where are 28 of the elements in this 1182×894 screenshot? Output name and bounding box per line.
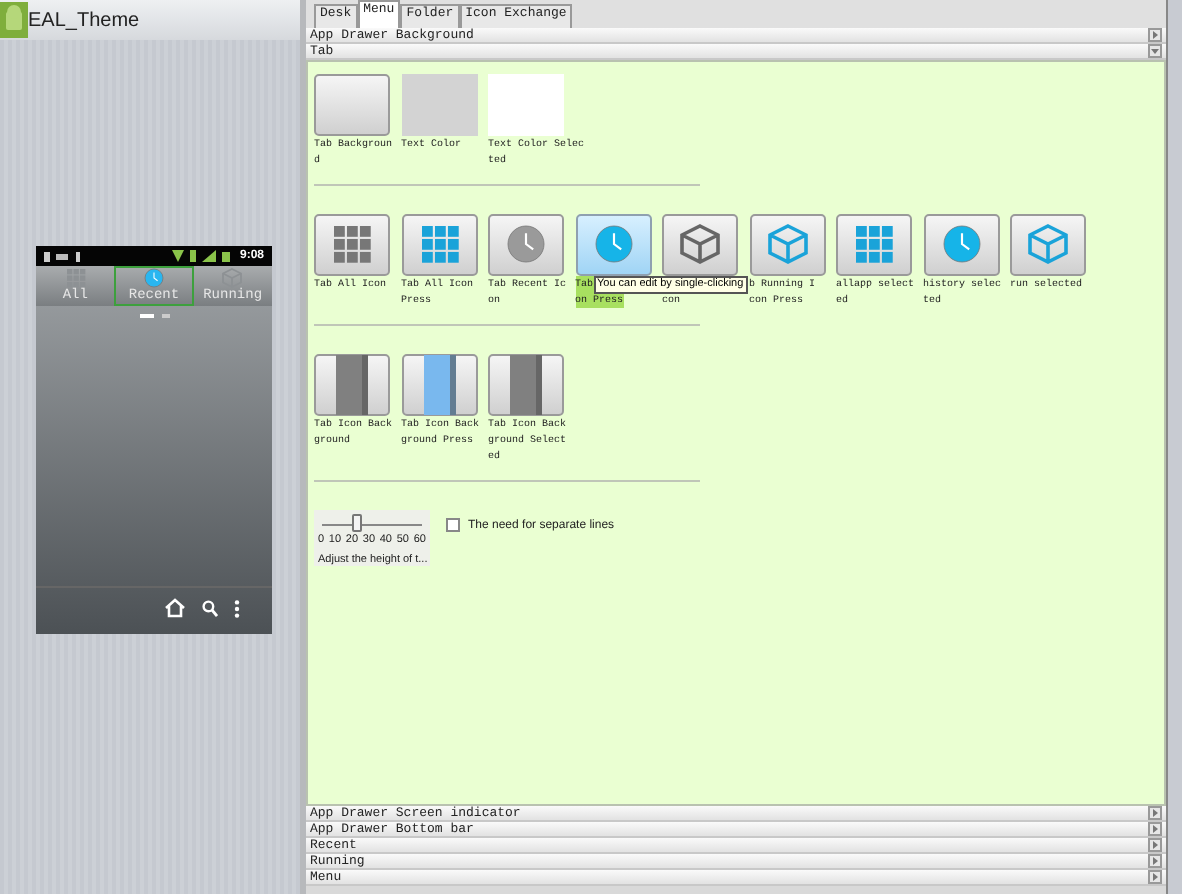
checkbox[interactable] [446, 518, 460, 532]
home-icon[interactable] [164, 598, 186, 618]
clock-icon [143, 268, 164, 288]
search-icon[interactable] [202, 599, 218, 617]
cube-icon-tile[interactable] [662, 214, 738, 276]
color-swatch[interactable] [401, 74, 477, 136]
grid-icon [65, 268, 86, 288]
clock-icon-tile[interactable] [488, 214, 564, 276]
grid-icon-tile[interactable] [314, 214, 390, 276]
android-icon [0, 2, 28, 38]
strip-tile[interactable] [488, 354, 564, 416]
clock-icon-tile[interactable] [923, 214, 999, 276]
strip-tile[interactable] [401, 354, 477, 416]
collapse-icon [1148, 44, 1162, 58]
page-indicator [139, 314, 169, 318]
cube-icon [222, 268, 243, 288]
signal-icons [171, 250, 232, 262]
slider[interactable] [318, 514, 426, 534]
app-title: EAL_Theme [28, 9, 140, 31]
cube-icon-tile[interactable] [749, 214, 825, 276]
clock-icon-tile[interactable] [575, 214, 651, 276]
strip-tile[interactable] [314, 354, 390, 416]
color-swatch[interactable] [488, 74, 564, 136]
menu-icon[interactable] [234, 599, 240, 617]
cube-icon-tile[interactable] [1010, 214, 1086, 276]
grid-icon-tile[interactable] [401, 214, 477, 276]
tile[interactable] [314, 74, 390, 136]
grid-icon-tile[interactable] [836, 214, 912, 276]
